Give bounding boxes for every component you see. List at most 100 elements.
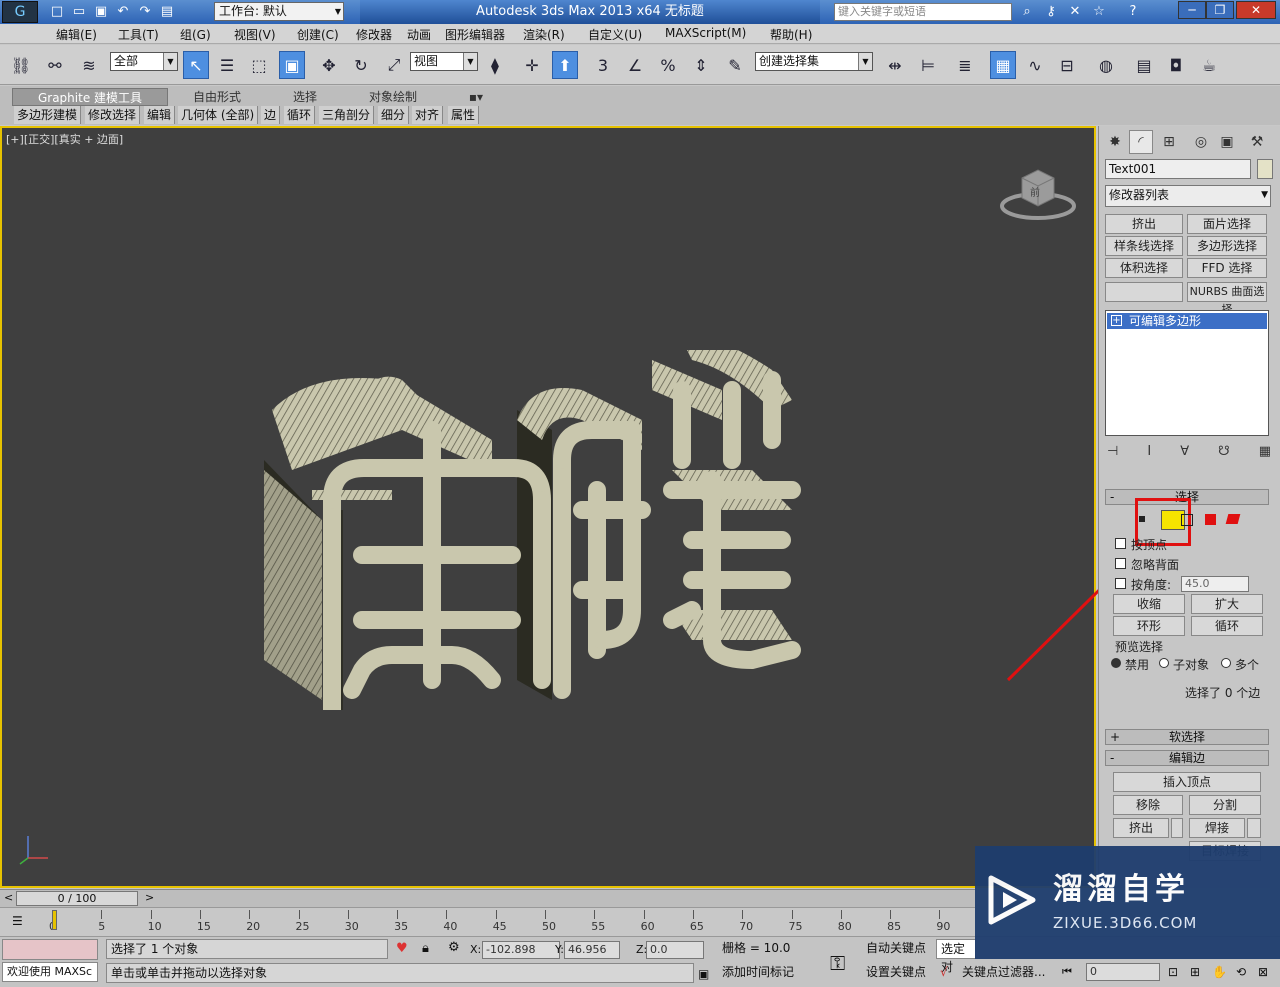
menu-create[interactable]: 创建(C) [297,26,339,43]
menu-animation[interactable]: 动画 [407,26,431,43]
weld-button[interactable]: 焊接 [1189,818,1245,838]
undo-icon[interactable]: ↶ [114,3,132,21]
z-coordinate-field[interactable]: 0.0 [646,941,704,959]
mod-poly-select-button[interactable]: 多边形选择 [1187,236,1267,256]
rollout-edit-edges[interactable]: - 编辑边 [1105,750,1269,766]
configure-sets-icon[interactable]: ▦ [1259,444,1271,464]
viewport-label[interactable]: [+][正交][真实 + 边面] [6,131,123,147]
window-crossing-icon[interactable]: ▣ [279,51,305,79]
viewport-menu-plus[interactable]: [+] [6,133,24,146]
menu-group[interactable]: 组(G) [180,26,211,43]
goto-start-icon[interactable]: ⏮ [1062,965,1072,979]
preview-subobj-radio[interactable] [1159,658,1169,668]
mod-nurbs-select-button[interactable]: NURBS 曲面选择 [1187,282,1267,316]
ribbon-edit[interactable]: 编辑 [144,106,176,124]
set-key-icon[interactable]: ⚿ [830,951,845,975]
orbit-icon[interactable]: ⟲ [1236,965,1246,979]
current-frame-field[interactable]: 0 [1086,963,1160,981]
viewport-view-label[interactable]: [正交] [24,133,55,146]
project-folder-icon[interactable]: ▤ [158,3,176,21]
restore-button[interactable]: ❐ [1206,1,1234,19]
shrink-button[interactable]: 收缩 [1113,594,1185,614]
display-tab-icon[interactable]: ▣ [1215,130,1239,154]
render-teapot-icon[interactable]: ☕ [1196,51,1222,79]
ring-button[interactable]: 环形 [1113,616,1185,636]
time-prev-icon[interactable]: < [4,891,13,904]
tab-selection[interactable]: 选择 [282,88,328,106]
zoom-all-icon[interactable]: ⊞ [1190,965,1200,979]
move-icon[interactable]: ✥ [316,51,342,79]
split-button[interactable]: 分割 [1189,795,1261,815]
time-slider-thumb[interactable]: 0 / 100 [16,891,138,906]
by-vertex-checkbox[interactable] [1115,538,1126,549]
element-subobject-icon[interactable] [1225,514,1241,524]
preview-multi-radio[interactable] [1221,658,1231,668]
select-manipulate-icon[interactable]: ✛ [519,51,545,79]
mod-vol-select-button[interactable]: 体积选择 [1105,258,1183,278]
current-frame-marker[interactable] [52,910,57,930]
time-tag-icon[interactable]: ▣ [698,967,709,981]
selection-filter-dropdown[interactable]: 全部 ▼ [110,52,178,71]
menu-rendering[interactable]: 渲染(R) [523,26,565,43]
front-viewport[interactable]: [+][正交][真实 + 边面] 前 [0,126,1164,888]
named-selection-dropdown[interactable]: 创建选择集 ▼ [755,52,873,71]
align-icon[interactable]: ⊨ [915,51,941,79]
menu-tools[interactable]: 工具(T) [118,26,159,43]
curve-editor-icon[interactable]: ∿ [1022,51,1048,79]
grow-button[interactable]: 扩大 [1191,594,1263,614]
new-file-icon[interactable]: □ [48,3,66,21]
workspace-dropdown[interactable]: 工作台: 默认 ▼ [214,2,344,21]
ribbon-subdivision[interactable]: 细分 [378,106,410,124]
ignore-backface-checkbox[interactable] [1115,558,1126,569]
mod-empty-button[interactable] [1105,282,1183,302]
absolute-mode-icon[interactable]: ⚙ [448,940,460,955]
menu-help[interactable]: 帮助(H) [770,26,812,43]
lock-selection-icon[interactable]: 🔒︎ [422,941,429,956]
app-logo-icon[interactable]: G [2,1,38,23]
ribbon-geometry-all[interactable]: 几何体 (全部) [178,106,259,124]
loop-button[interactable]: 循环 [1191,616,1263,636]
extruded-text-object[interactable] [252,350,812,710]
welcome-text[interactable]: 欢迎使用 MAXSc [2,962,98,982]
tools-icon[interactable]: ✕ [1066,3,1084,21]
tab-freeform[interactable]: 自由形式 [180,88,254,106]
pivot-center-icon[interactable]: ⧫ [482,51,508,79]
object-name-field[interactable]: Text001 [1105,159,1251,179]
rotate-icon[interactable]: ↻ [348,51,374,79]
ribbon-options-icon[interactable]: ▪▾ [462,88,490,106]
pan-icon[interactable]: ✋ [1212,965,1227,979]
unlink-icon[interactable]: ⚯ [42,51,68,79]
ribbon-loops[interactable]: 循环 [284,106,316,124]
stack-item-editable-poly[interactable]: + 可编辑多边形 [1107,313,1267,329]
ribbon-properties[interactable]: 属性 [448,106,480,124]
select-object-icon[interactable]: ↖ [183,51,209,79]
key-icon[interactable]: ⚷ [1042,3,1060,21]
ribbon-tris[interactable]: 三角剖分 [319,106,375,124]
mod-spline-select-button[interactable]: 样条线选择 [1105,236,1183,256]
expand-icon[interactable]: + [1111,315,1122,326]
pin-stack-icon[interactable]: ⊣ [1107,444,1118,464]
x-coordinate-field[interactable]: -102.898 [482,941,560,959]
snaps-toggle-icon[interactable]: 3 [590,51,616,79]
mod-extrude-button[interactable]: 挤出 [1105,214,1183,234]
create-tab-icon[interactable]: ✸ [1103,130,1127,154]
time-slider[interactable]: < 0 / 100 > [0,889,975,907]
keyboard-shortcut-icon[interactable]: ⬆ [552,51,578,79]
binoculars-icon[interactable]: ⌕ [1018,3,1036,21]
ribbon-polygon-modeling[interactable]: 多边形建模 [14,106,82,124]
time-next-icon[interactable]: > [145,891,154,904]
minimize-button[interactable]: ─ [1178,1,1206,19]
material-editor-icon[interactable]: ◍ [1093,51,1119,79]
render-setup-icon[interactable]: ▤ [1131,51,1157,79]
angle-spinner[interactable]: 45.0 [1181,576,1249,592]
track-bar[interactable]: ☰ 051015202530354045505560657075808590 [0,907,975,935]
tab-graphite-modeling[interactable]: Graphite 建模工具 [12,88,168,106]
ribbon-modify-selection[interactable]: 修改选择 [85,106,141,124]
viewcube[interactable]: 前 [1000,160,1076,220]
selected-object-dropdown[interactable]: 选定对 [936,939,976,974]
isolate-icon[interactable]: ♥ [396,941,408,956]
mirror-icon[interactable]: ⇹ [882,51,908,79]
vertex-subobject-icon[interactable] [1139,516,1145,522]
weld-settings-icon[interactable] [1247,818,1261,838]
modifier-stack-list[interactable]: + 可编辑多边形 [1105,310,1269,436]
